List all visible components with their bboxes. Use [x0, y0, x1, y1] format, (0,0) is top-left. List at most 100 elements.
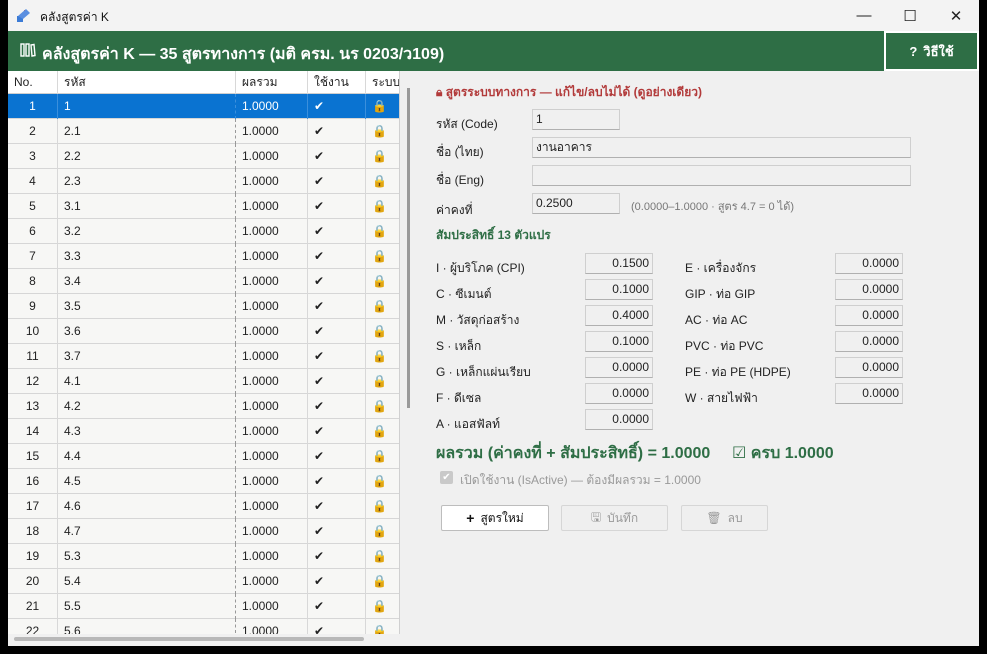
save-icon: 🖫 [590, 509, 602, 524]
system-lock-icon: 🔒 [372, 249, 387, 263]
close-button[interactable]: ✕ [933, 0, 979, 31]
isactive-checkbox[interactable]: ✔ [440, 471, 453, 484]
row-sum: 1.0000 [236, 144, 308, 169]
coefficient-field-left[interactable]: 0.1500 [585, 253, 653, 274]
table-row[interactable]: 10 3.6 1.0000 ✔ 🔒 [8, 319, 399, 344]
coefficient-label: PE · ท่อ PE (HDPE) [685, 365, 791, 379]
system-lock-icon: 🔒 [372, 224, 387, 238]
column-header-active[interactable]: ใช้งาน [308, 71, 366, 94]
coefficient-field-right[interactable]: 0.0000 [835, 305, 903, 326]
coefficient-field-right[interactable]: 0.0000 [835, 253, 903, 274]
horizontal-scrollbar[interactable] [8, 634, 400, 646]
coefficient-field-right[interactable]: 0.0000 [835, 383, 903, 404]
coefficient-label: AC · ท่อ AC [685, 313, 748, 327]
coefficient-field-left[interactable]: 0.4000 [585, 305, 653, 326]
code-field[interactable]: 1 [532, 109, 620, 130]
coefficient-field-left[interactable]: 0.0000 [585, 357, 653, 378]
formula-grid[interactable]: No. รหัส ผลรวม ใช้งาน ระบบ 1 1 1.0000 ✔ 🔒 2 2.… [8, 71, 400, 634]
row-number: 9 [8, 294, 58, 319]
row-code: 4.6 [58, 494, 236, 519]
row-number: 3 [8, 144, 58, 169]
page-title: คลังสูตรค่า K — 35 สูตรทางการ (มติ ครม. … [42, 46, 445, 63]
isactive-label: เปิดใช้งาน (IsActive) — ต้องมีผลรวม = 1.… [460, 473, 701, 487]
row-sum: 1.0000 [236, 494, 308, 519]
name-th-field[interactable]: งานอาคาร [532, 137, 911, 158]
new-formula-button[interactable]: + สูตรใหม่ [441, 505, 549, 531]
help-button[interactable]: ? วิธีใช้ [884, 31, 979, 71]
table-row[interactable]: 17 4.6 1.0000 ✔ 🔒 [8, 494, 399, 519]
row-number: 5 [8, 194, 58, 219]
window-title: คลังสูตรค่า K [40, 10, 109, 24]
table-row[interactable]: 14 4.3 1.0000 ✔ 🔒 [8, 419, 399, 444]
table-row[interactable]: 1 1 1.0000 ✔ 🔒 [8, 94, 399, 119]
table-row[interactable]: 5 3.1 1.0000 ✔ 🔒 [8, 194, 399, 219]
app-icon [17, 9, 30, 22]
table-row[interactable]: 3 2.2 1.0000 ✔ 🔒 [8, 144, 399, 169]
coefficient-field-left[interactable]: 0.0000 [585, 383, 653, 404]
row-code: 5.5 [58, 594, 236, 619]
coefficient-field-left[interactable]: 0.1000 [585, 279, 653, 300]
name-en-field[interactable] [532, 165, 911, 186]
table-row[interactable]: 9 3.5 1.0000 ✔ 🔒 [8, 294, 399, 319]
table-row[interactable]: 15 4.4 1.0000 ✔ 🔒 [8, 444, 399, 469]
constant-field[interactable]: 0.2500 [532, 193, 620, 214]
column-header-code[interactable]: รหัส [58, 71, 236, 94]
coefficient-field-left[interactable]: 0.0000 [585, 409, 653, 430]
coefficient-label: PVC · ท่อ PVC [685, 339, 764, 353]
system-lock-icon: 🔒 [372, 349, 387, 363]
active-check-icon: ✔ [308, 519, 366, 544]
row-number: 10 [8, 319, 58, 344]
row-code: 3.1 [58, 194, 236, 219]
column-header-no[interactable]: No. [8, 71, 58, 94]
system-lock-icon: 🔒 [372, 374, 387, 388]
table-row[interactable]: 12 4.1 1.0000 ✔ 🔒 [8, 369, 399, 394]
table-row[interactable]: 19 5.3 1.0000 ✔ 🔒 [8, 544, 399, 569]
table-row[interactable]: 21 5.5 1.0000 ✔ 🔒 [8, 594, 399, 619]
maximize-icon: ☐ [903, 7, 917, 25]
active-check-icon: ✔ [308, 194, 366, 219]
row-code: 5.6 [58, 619, 236, 634]
table-row[interactable]: 11 3.7 1.0000 ✔ 🔒 [8, 344, 399, 369]
coefficient-field-right[interactable]: 0.0000 [835, 331, 903, 352]
column-header-sum[interactable]: ผลรวม [236, 71, 308, 94]
table-row[interactable]: 7 3.3 1.0000 ✔ 🔒 [8, 244, 399, 269]
row-sum: 1.0000 [236, 394, 308, 419]
table-row[interactable]: 13 4.2 1.0000 ✔ 🔒 [8, 394, 399, 419]
save-button[interactable]: 🖫 บันทึก [561, 505, 668, 531]
table-row[interactable]: 4 2.3 1.0000 ✔ 🔒 [8, 169, 399, 194]
table-row[interactable]: 20 5.4 1.0000 ✔ 🔒 [8, 569, 399, 594]
column-header-system[interactable]: ระบบ [366, 71, 399, 94]
system-lock-icon: 🔒 [372, 149, 387, 163]
row-code: 3.4 [58, 269, 236, 294]
coefficient-label: A · แอสฟัลท์ [436, 417, 501, 431]
name-en-label: ชื่อ (Eng) [436, 173, 485, 187]
coefficient-field-left[interactable]: 0.1000 [585, 331, 653, 352]
table-row[interactable]: 8 3.4 1.0000 ✔ 🔒 [8, 269, 399, 294]
table-row[interactable]: 6 3.2 1.0000 ✔ 🔒 [8, 219, 399, 244]
maximize-button[interactable]: ☐ [887, 0, 933, 31]
row-code: 4.5 [58, 469, 236, 494]
row-code: 3.3 [58, 244, 236, 269]
table-row[interactable]: 16 4.5 1.0000 ✔ 🔒 [8, 469, 399, 494]
scrollbar-thumb[interactable] [14, 637, 364, 641]
row-sum: 1.0000 [236, 569, 308, 594]
row-sum: 1.0000 [236, 544, 308, 569]
close-icon: ✕ [949, 7, 963, 25]
system-lock-icon: 🔒 [372, 324, 387, 338]
system-lock-icon: 🔒 [372, 624, 387, 634]
row-code: 1 [58, 94, 236, 119]
name-th-label: ชื่อ (ไทย) [436, 145, 484, 159]
row-code: 3.7 [58, 344, 236, 369]
delete-button[interactable]: 🗑 ลบ [681, 505, 768, 531]
splitter-handle[interactable] [407, 88, 410, 408]
coefficient-field-right[interactable]: 0.0000 [835, 357, 903, 378]
table-row[interactable]: 18 4.7 1.0000 ✔ 🔒 [8, 519, 399, 544]
row-code: 2.2 [58, 144, 236, 169]
plus-icon: + [466, 510, 475, 526]
active-check-icon: ✔ [308, 569, 366, 594]
coefficient-field-right[interactable]: 0.0000 [835, 279, 903, 300]
table-row[interactable]: 2 2.1 1.0000 ✔ 🔒 [8, 119, 399, 144]
minimize-button[interactable]: — [841, 0, 887, 31]
active-check-icon: ✔ [308, 419, 366, 444]
table-row[interactable]: 22 5.6 1.0000 ✔ 🔒 [8, 619, 399, 634]
